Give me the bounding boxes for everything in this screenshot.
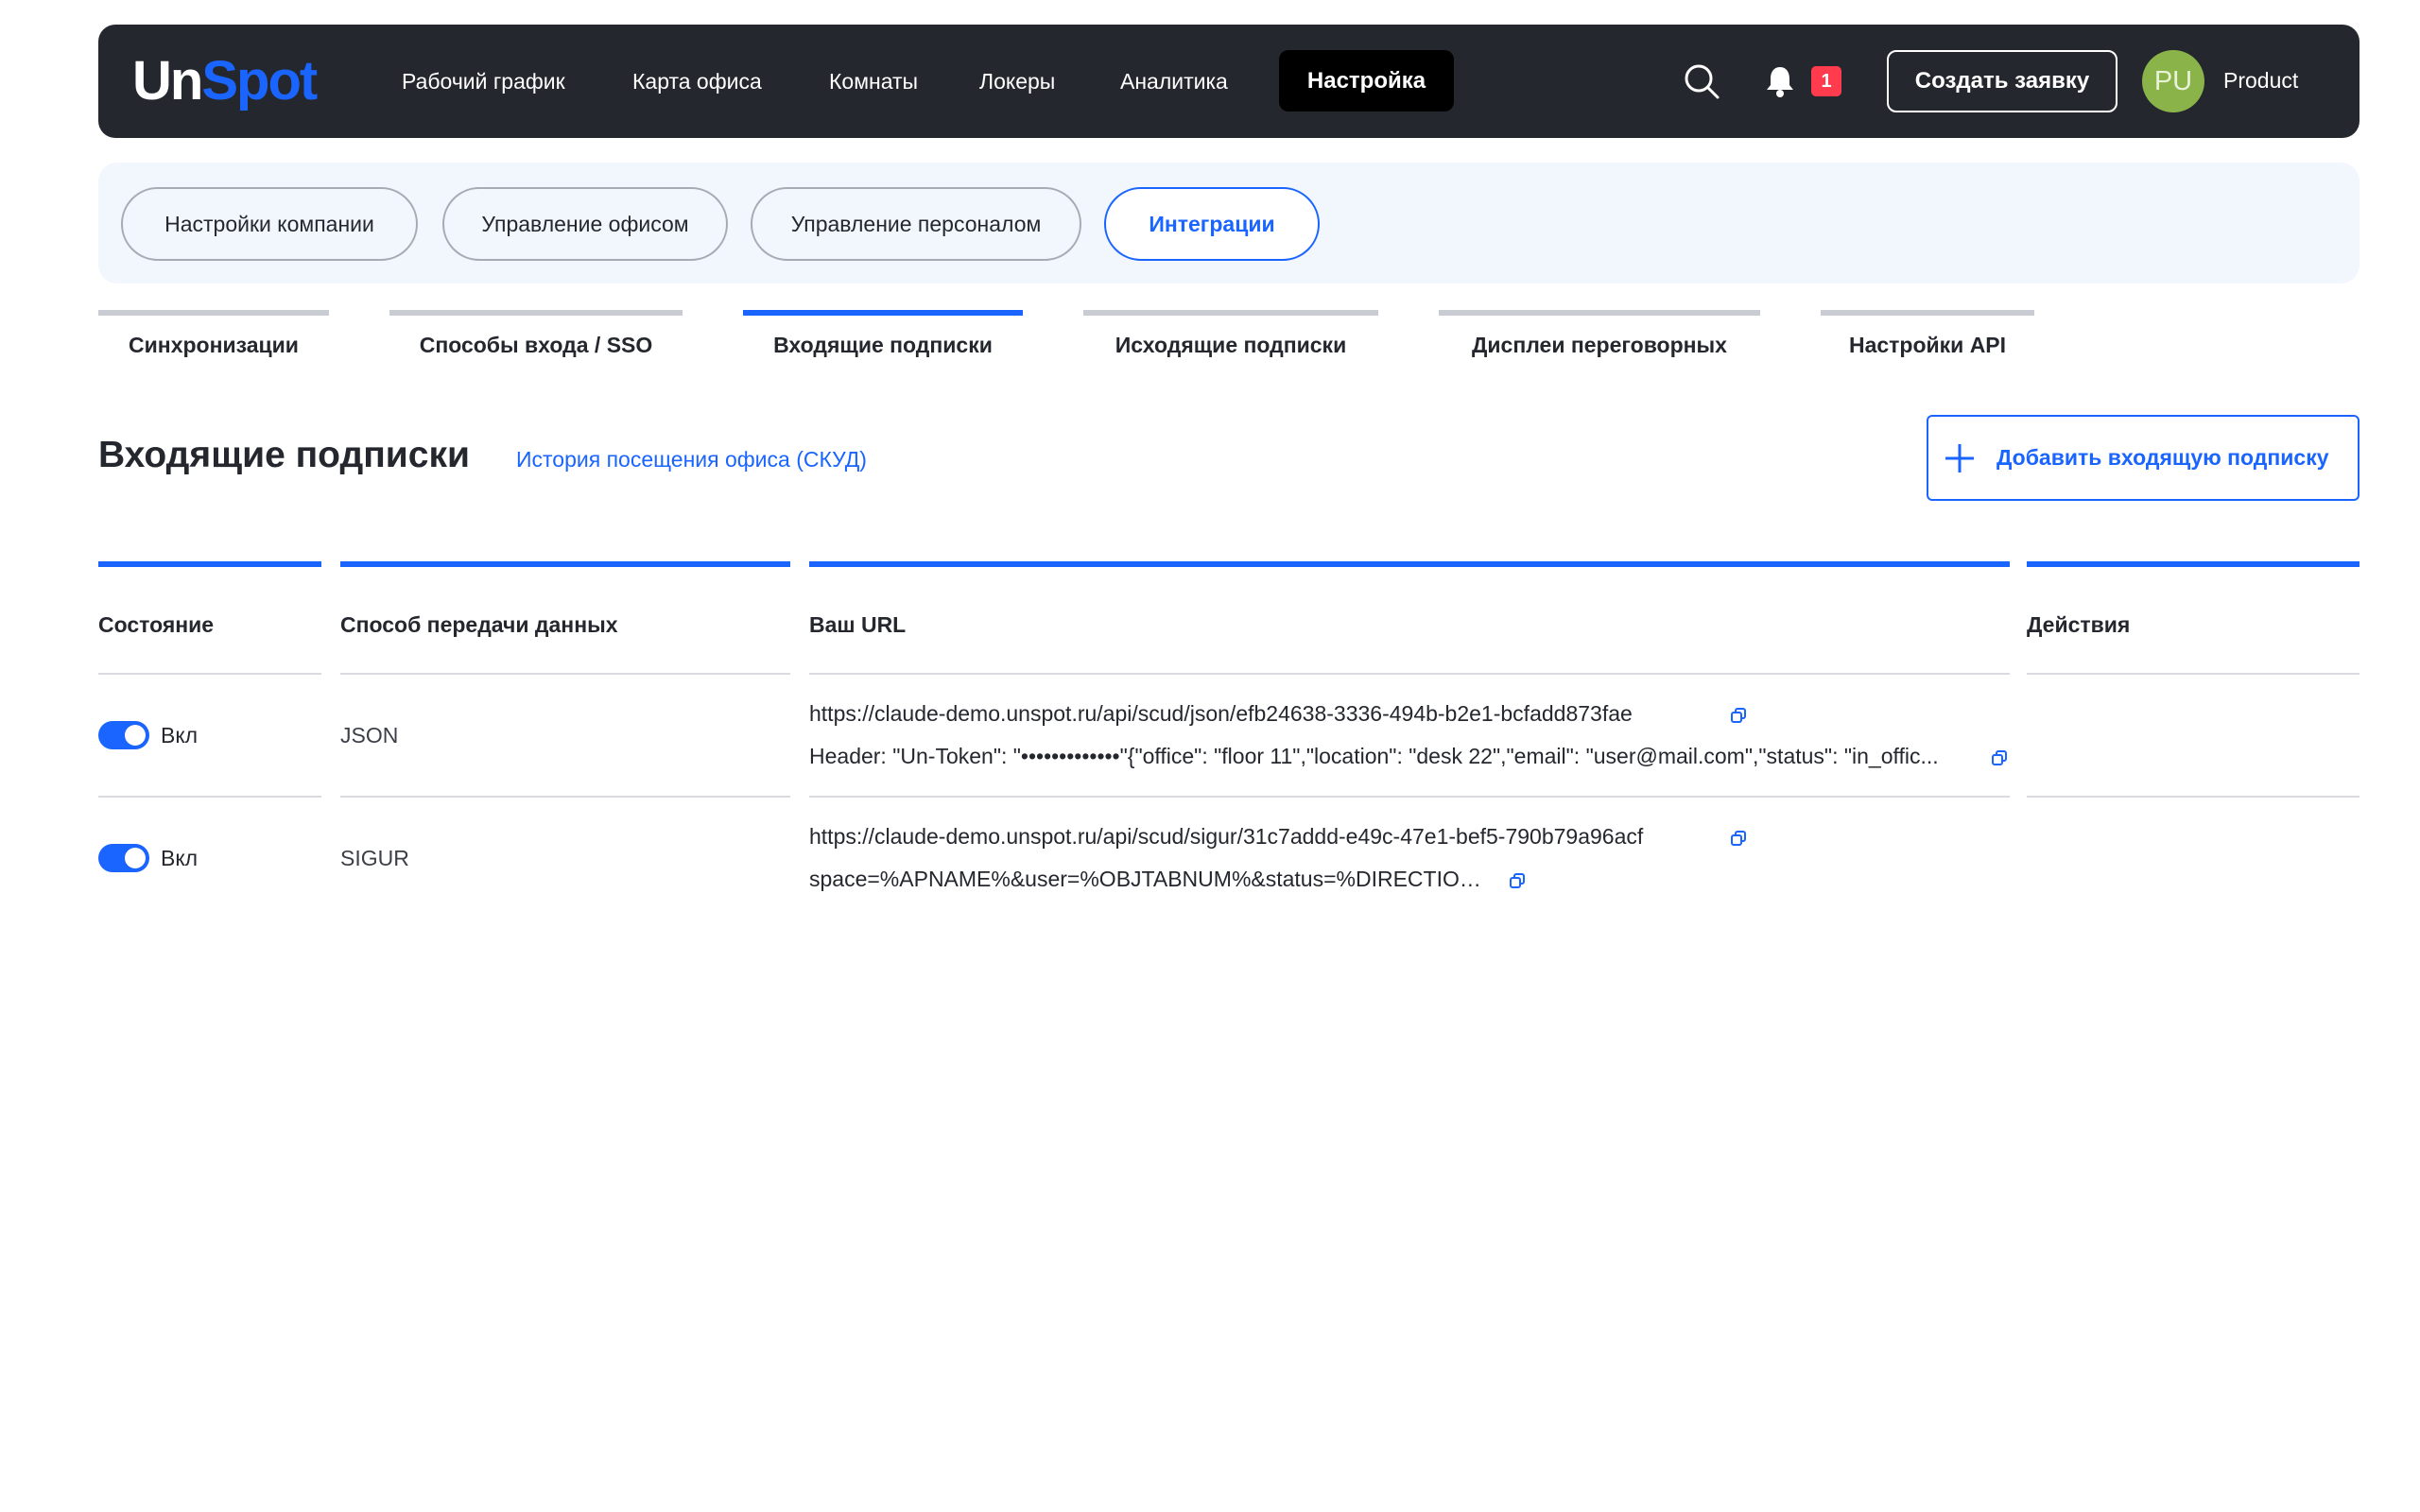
subtab-sso[interactable]: Способы входа / SSO bbox=[389, 310, 683, 367]
column-accent-bar bbox=[98, 561, 321, 567]
state-label: Вкл bbox=[161, 846, 199, 870]
nav-settings[interactable]: Настройка bbox=[1279, 50, 1454, 112]
url-cell: https://claude-demo.unspot.ru/api/scud/s… bbox=[809, 824, 1644, 849]
divider bbox=[98, 673, 321, 675]
nav-rooms[interactable]: Комнаты bbox=[829, 60, 918, 102]
state-toggle[interactable] bbox=[98, 844, 149, 872]
tab-office-management[interactable]: Управление офисом bbox=[442, 187, 728, 261]
subtab-room-displays[interactable]: Дисплеи переговорных bbox=[1439, 310, 1760, 367]
method-cell: JSON bbox=[340, 723, 399, 747]
subtab-api-settings[interactable]: Настройки API bbox=[1821, 310, 2034, 367]
subtab-outgoing-subscriptions[interactable]: Исходящие подписки bbox=[1083, 310, 1378, 367]
tab-integrations[interactable]: Интеграции bbox=[1104, 187, 1320, 261]
column-accent-bar bbox=[340, 561, 790, 567]
add-button-label: Добавить входящую подписку bbox=[1996, 445, 2329, 470]
office-history-link[interactable]: История посещения офиса (СКУД) bbox=[516, 444, 867, 474]
nav-office-map[interactable]: Карта офиса bbox=[632, 60, 762, 102]
copy-icon[interactable] bbox=[1509, 872, 1526, 889]
subtab-label: Дисплеи переговорных bbox=[1472, 333, 1727, 357]
header-actions: Действия bbox=[2027, 612, 2131, 637]
copy-icon[interactable] bbox=[1991, 749, 2008, 766]
header-url: Ваш URL bbox=[809, 612, 907, 637]
column-accent-bar bbox=[2027, 561, 2360, 567]
toggle-knob bbox=[125, 725, 146, 746]
state-toggle[interactable] bbox=[98, 721, 149, 749]
divider bbox=[340, 673, 790, 675]
copy-icon[interactable] bbox=[1730, 830, 1747, 847]
avatar[interactable]: PU bbox=[2142, 50, 2204, 112]
notification-badge: 1 bbox=[1811, 66, 1841, 96]
divider bbox=[2027, 796, 2360, 798]
user-name[interactable]: Product bbox=[2223, 64, 2298, 96]
nav-analytics[interactable]: Аналитика bbox=[1120, 60, 1228, 102]
subtab-label: Настройки API bbox=[1848, 333, 2007, 357]
state-label: Вкл bbox=[161, 723, 199, 747]
subtab-indicator bbox=[1821, 310, 2034, 316]
header-payload-cell: Header: "Un-Token": "•••••••••••••"{"off… bbox=[809, 744, 1939, 768]
subtab-incoming-subscriptions[interactable]: Входящие подписки bbox=[743, 310, 1023, 367]
header-method: Способ передачи данных bbox=[340, 612, 618, 637]
logo-text-spot: Spot bbox=[201, 50, 318, 112]
subtab-label: Способы входа / SSO bbox=[419, 333, 653, 357]
search-icon[interactable] bbox=[1683, 62, 1720, 100]
subtab-indicator bbox=[389, 310, 683, 316]
settings-tabs: Настройки компании Управление офисом Упр… bbox=[98, 163, 2360, 284]
top-navbar: UnSpot Рабочий график Карта офиса Комнат… bbox=[98, 25, 2360, 138]
subtab-indicator bbox=[1083, 310, 1378, 316]
subtab-indicator bbox=[98, 310, 329, 316]
divider bbox=[2027, 673, 2360, 675]
plus-icon bbox=[1945, 444, 1974, 472]
subtab-label: Исходящие подписки bbox=[1115, 333, 1347, 357]
subtab-indicator bbox=[743, 310, 1023, 316]
bell-icon[interactable] bbox=[1764, 64, 1796, 98]
column-accent-bar bbox=[809, 561, 2010, 567]
tab-staff-management[interactable]: Управление персоналом bbox=[751, 187, 1081, 261]
copy-icon[interactable] bbox=[1730, 707, 1747, 724]
nav-work-schedule[interactable]: Рабочий график bbox=[402, 60, 565, 102]
method-cell: SIGUR bbox=[340, 846, 409, 870]
divider bbox=[98, 796, 321, 798]
url-cell: https://claude-demo.unspot.ru/api/scud/j… bbox=[809, 701, 1633, 726]
nav-lockers[interactable]: Локеры bbox=[979, 60, 1055, 102]
query-template-cell: space=%APNAME%&user=%OBJTABNUM%&status=%… bbox=[809, 867, 1490, 891]
page-title: Входящие подписки bbox=[98, 435, 470, 475]
divider bbox=[340, 796, 790, 798]
unspot-logo[interactable]: UnSpot bbox=[132, 45, 318, 117]
add-incoming-subscription-button[interactable]: Добавить входящую подписку bbox=[1927, 415, 2360, 501]
subtab-label: Входящие подписки bbox=[773, 333, 993, 357]
header-state: Состояние bbox=[98, 612, 215, 637]
subtab-indicator bbox=[1439, 310, 1760, 316]
create-request-button[interactable]: Создать заявку bbox=[1887, 50, 2118, 112]
subtab-label: Синхронизации bbox=[129, 333, 299, 357]
divider bbox=[809, 673, 2010, 675]
divider bbox=[809, 796, 2010, 798]
logo-text-un: Un bbox=[132, 50, 203, 112]
tab-company-settings[interactable]: Настройки компании bbox=[121, 187, 418, 261]
subtab-synchronizations[interactable]: Синхронизации bbox=[98, 310, 329, 367]
toggle-knob bbox=[125, 848, 146, 868]
